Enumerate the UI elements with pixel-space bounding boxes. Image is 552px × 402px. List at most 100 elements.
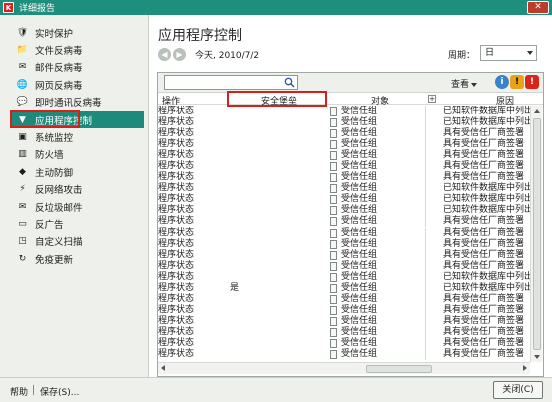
table-row[interactable]: 程序状态 受信任组 已知软件数据库中列出	[158, 117, 530, 129]
table-row[interactable]: 程序状态 受信任组 具有受信任厂商签署	[158, 349, 530, 361]
bottom-bar: 帮助 保存(S)... 关闭(C)	[0, 377, 552, 402]
table-row[interactable]: 程序状态 受信任组 具有受信任厂商签署	[158, 260, 530, 272]
sidebar-item[interactable]: 🌐 网页反病毒	[0, 76, 148, 93]
document-icon	[330, 350, 337, 360]
table-row[interactable]: 程序状态 受信任组 已知软件数据库中列出	[158, 183, 530, 195]
update-icon: ↻	[18, 253, 27, 264]
document-icon	[330, 327, 337, 337]
cell-action: 程序状态	[158, 117, 195, 128]
sidebar-item[interactable]: ↻ 免疫更新	[0, 250, 148, 267]
filter-icon: ▼	[19, 114, 26, 125]
table-row[interactable]: 程序状态 受信任组 已知软件数据库中列出	[158, 271, 530, 283]
table-row[interactable]: 程序状态 受信任组 已知软件数据库中列出	[158, 205, 530, 217]
period-label: 周期：	[448, 51, 476, 61]
horizontal-scroll-thumb[interactable]	[366, 365, 432, 373]
table-row[interactable]: 程序状态 受信任组 具有受信任厂商签署	[158, 249, 530, 261]
defense-icon: ◆	[19, 166, 26, 177]
cell-action: 程序状态	[158, 139, 195, 150]
table-row[interactable]: 程序状态 受信任组 具有受信任厂商签署	[158, 238, 530, 250]
sidebar-item[interactable]: ▣ 系统监控	[0, 128, 148, 145]
chat-icon: 💬	[16, 97, 29, 108]
sidebar-item[interactable]: ✉ 邮件反病毒	[0, 59, 148, 76]
table-row[interactable]: 程序状态 受信任组 具有受信任厂商签署	[158, 150, 530, 162]
info-filter-icon[interactable]: i	[495, 75, 509, 89]
sidebar-item-label: 反广告	[35, 219, 64, 231]
scroll-down-icon[interactable]	[534, 355, 540, 359]
cell-reason: 已知软件数据库中列出	[443, 271, 530, 282]
search-input[interactable]	[164, 75, 298, 90]
view-label: 查看	[451, 80, 470, 90]
column-divider	[425, 216, 426, 228]
cell-action: 程序状态	[158, 216, 195, 227]
sidebar-item[interactable]: ⚡ 反网络攻击	[0, 181, 148, 198]
table-row[interactable]: 程序状态 受信任组 具有受信任厂商签署	[158, 128, 530, 140]
cell-action: 程序状态	[158, 128, 195, 139]
cell-action: 程序状态	[158, 106, 195, 116]
window-close-button[interactable]: ✕	[527, 1, 549, 14]
view-menu-button[interactable]: 查看	[451, 77, 478, 90]
table-row[interactable]: 程序状态 是 受信任组 已知软件数据库中列出	[158, 282, 530, 294]
vertical-scroll-thumb[interactable]	[533, 118, 541, 350]
sidebar-item[interactable]: ▼ 应用程序控制	[10, 110, 144, 129]
chevron-down-icon	[471, 82, 478, 87]
table-row[interactable]: 程序状态 受信任组 具有受信任厂商签署	[158, 216, 530, 228]
close-button[interactable]: 关闭(C)	[493, 381, 543, 399]
antibanner-icon: ▭	[18, 218, 27, 229]
warning-filter-icon[interactable]: !	[510, 75, 524, 89]
next-date-button[interactable]: ▶	[173, 48, 186, 61]
save-link[interactable]: 保存(S)...	[40, 385, 79, 398]
column-divider	[425, 139, 426, 151]
horizontal-scrollbar[interactable]	[158, 362, 530, 374]
table-row[interactable]: 程序状态 受信任组 具有受信任厂商签署	[158, 315, 530, 327]
table-row[interactable]: 程序状态 受信任组 具有受信任厂商签署	[158, 139, 530, 151]
help-link[interactable]: 帮助	[10, 385, 28, 398]
document-icon	[330, 140, 337, 150]
period-select[interactable]: 日	[480, 45, 537, 61]
sidebar-item-label: 系统监控	[35, 133, 74, 145]
cell-object: 受信任组	[341, 271, 378, 282]
table-row[interactable]: 程序状态 受信任组 已知软件数据库中列出	[158, 106, 530, 117]
cell-reason: 具有受信任厂商签署	[443, 128, 525, 139]
sidebar-item[interactable]: 📁 文件反病毒	[0, 41, 148, 58]
table-row[interactable]: 程序状态 受信任组 具有受信任厂商签署	[158, 304, 530, 316]
document-icon	[330, 272, 337, 282]
vertical-scrollbar[interactable]	[530, 106, 542, 362]
sidebar-item[interactable]: ◆ 主动防御	[0, 163, 148, 180]
table-row[interactable]: 程序状态 受信任组 已知软件数据库中列出	[158, 194, 530, 206]
table-row[interactable]: 程序状态 受信任组 具有受信任厂商签署	[158, 172, 530, 184]
report-rows: 程序状态 受信任组 已知软件数据库中列出 程序状态 受信任组 已知软件数据库中列出 程序状态…	[158, 106, 530, 362]
cell-object: 受信任组	[341, 249, 378, 260]
sidebar-item[interactable]: 🛡 实时保护	[0, 24, 148, 41]
column-divider	[425, 106, 426, 117]
sidebar-item[interactable]: ▭ 反广告	[0, 215, 148, 232]
chevron-down-icon	[527, 51, 533, 55]
document-icon	[330, 283, 337, 293]
scroll-right-icon[interactable]	[523, 365, 527, 371]
scroll-left-icon[interactable]	[161, 365, 165, 371]
sidebar-item[interactable]: 💬 即时通讯反病毒	[0, 94, 148, 111]
sidebar-item[interactable]: ✉ 反垃圾邮件	[0, 198, 148, 215]
scroll-up-icon[interactable]	[534, 109, 540, 113]
sidebar-item-label: 网页反病毒	[35, 80, 83, 92]
column-divider	[425, 161, 426, 173]
cell-action: 程序状态	[158, 271, 195, 282]
table-row[interactable]: 程序状态 受信任组 具有受信任厂商签署	[158, 326, 530, 338]
critical-filter-icon[interactable]: !	[525, 75, 539, 89]
cell-reason: 具有受信任厂商签署	[443, 260, 525, 271]
table-row[interactable]: 程序状态 受信任组 具有受信任厂商签署	[158, 293, 530, 305]
table-row[interactable]: 程序状态 受信任组 具有受信任厂商签署	[158, 161, 530, 173]
document-icon	[330, 184, 337, 194]
sidebar-item[interactable]: ◳ 自定义扫描	[0, 233, 148, 250]
cell-action: 程序状态	[158, 172, 195, 183]
table-row[interactable]: 程序状态 受信任组 具有受信任厂商签署	[158, 337, 530, 349]
sidebar-item[interactable]: ▥ 防火墙	[0, 146, 148, 163]
cell-reason: 具有受信任厂商签署	[443, 161, 525, 172]
firewall-icon: ▥	[18, 149, 27, 160]
add-column-icon[interactable]: +	[428, 95, 436, 103]
cell-action: 程序状态	[158, 304, 195, 315]
cell-object: 受信任组	[341, 260, 378, 271]
page-title: 应用程序控制	[158, 28, 242, 44]
cell-object: 受信任组	[341, 128, 378, 139]
table-row[interactable]: 程序状态 受信任组 具有受信任厂商签署	[158, 227, 530, 239]
prev-date-button[interactable]: ◀	[158, 48, 171, 61]
